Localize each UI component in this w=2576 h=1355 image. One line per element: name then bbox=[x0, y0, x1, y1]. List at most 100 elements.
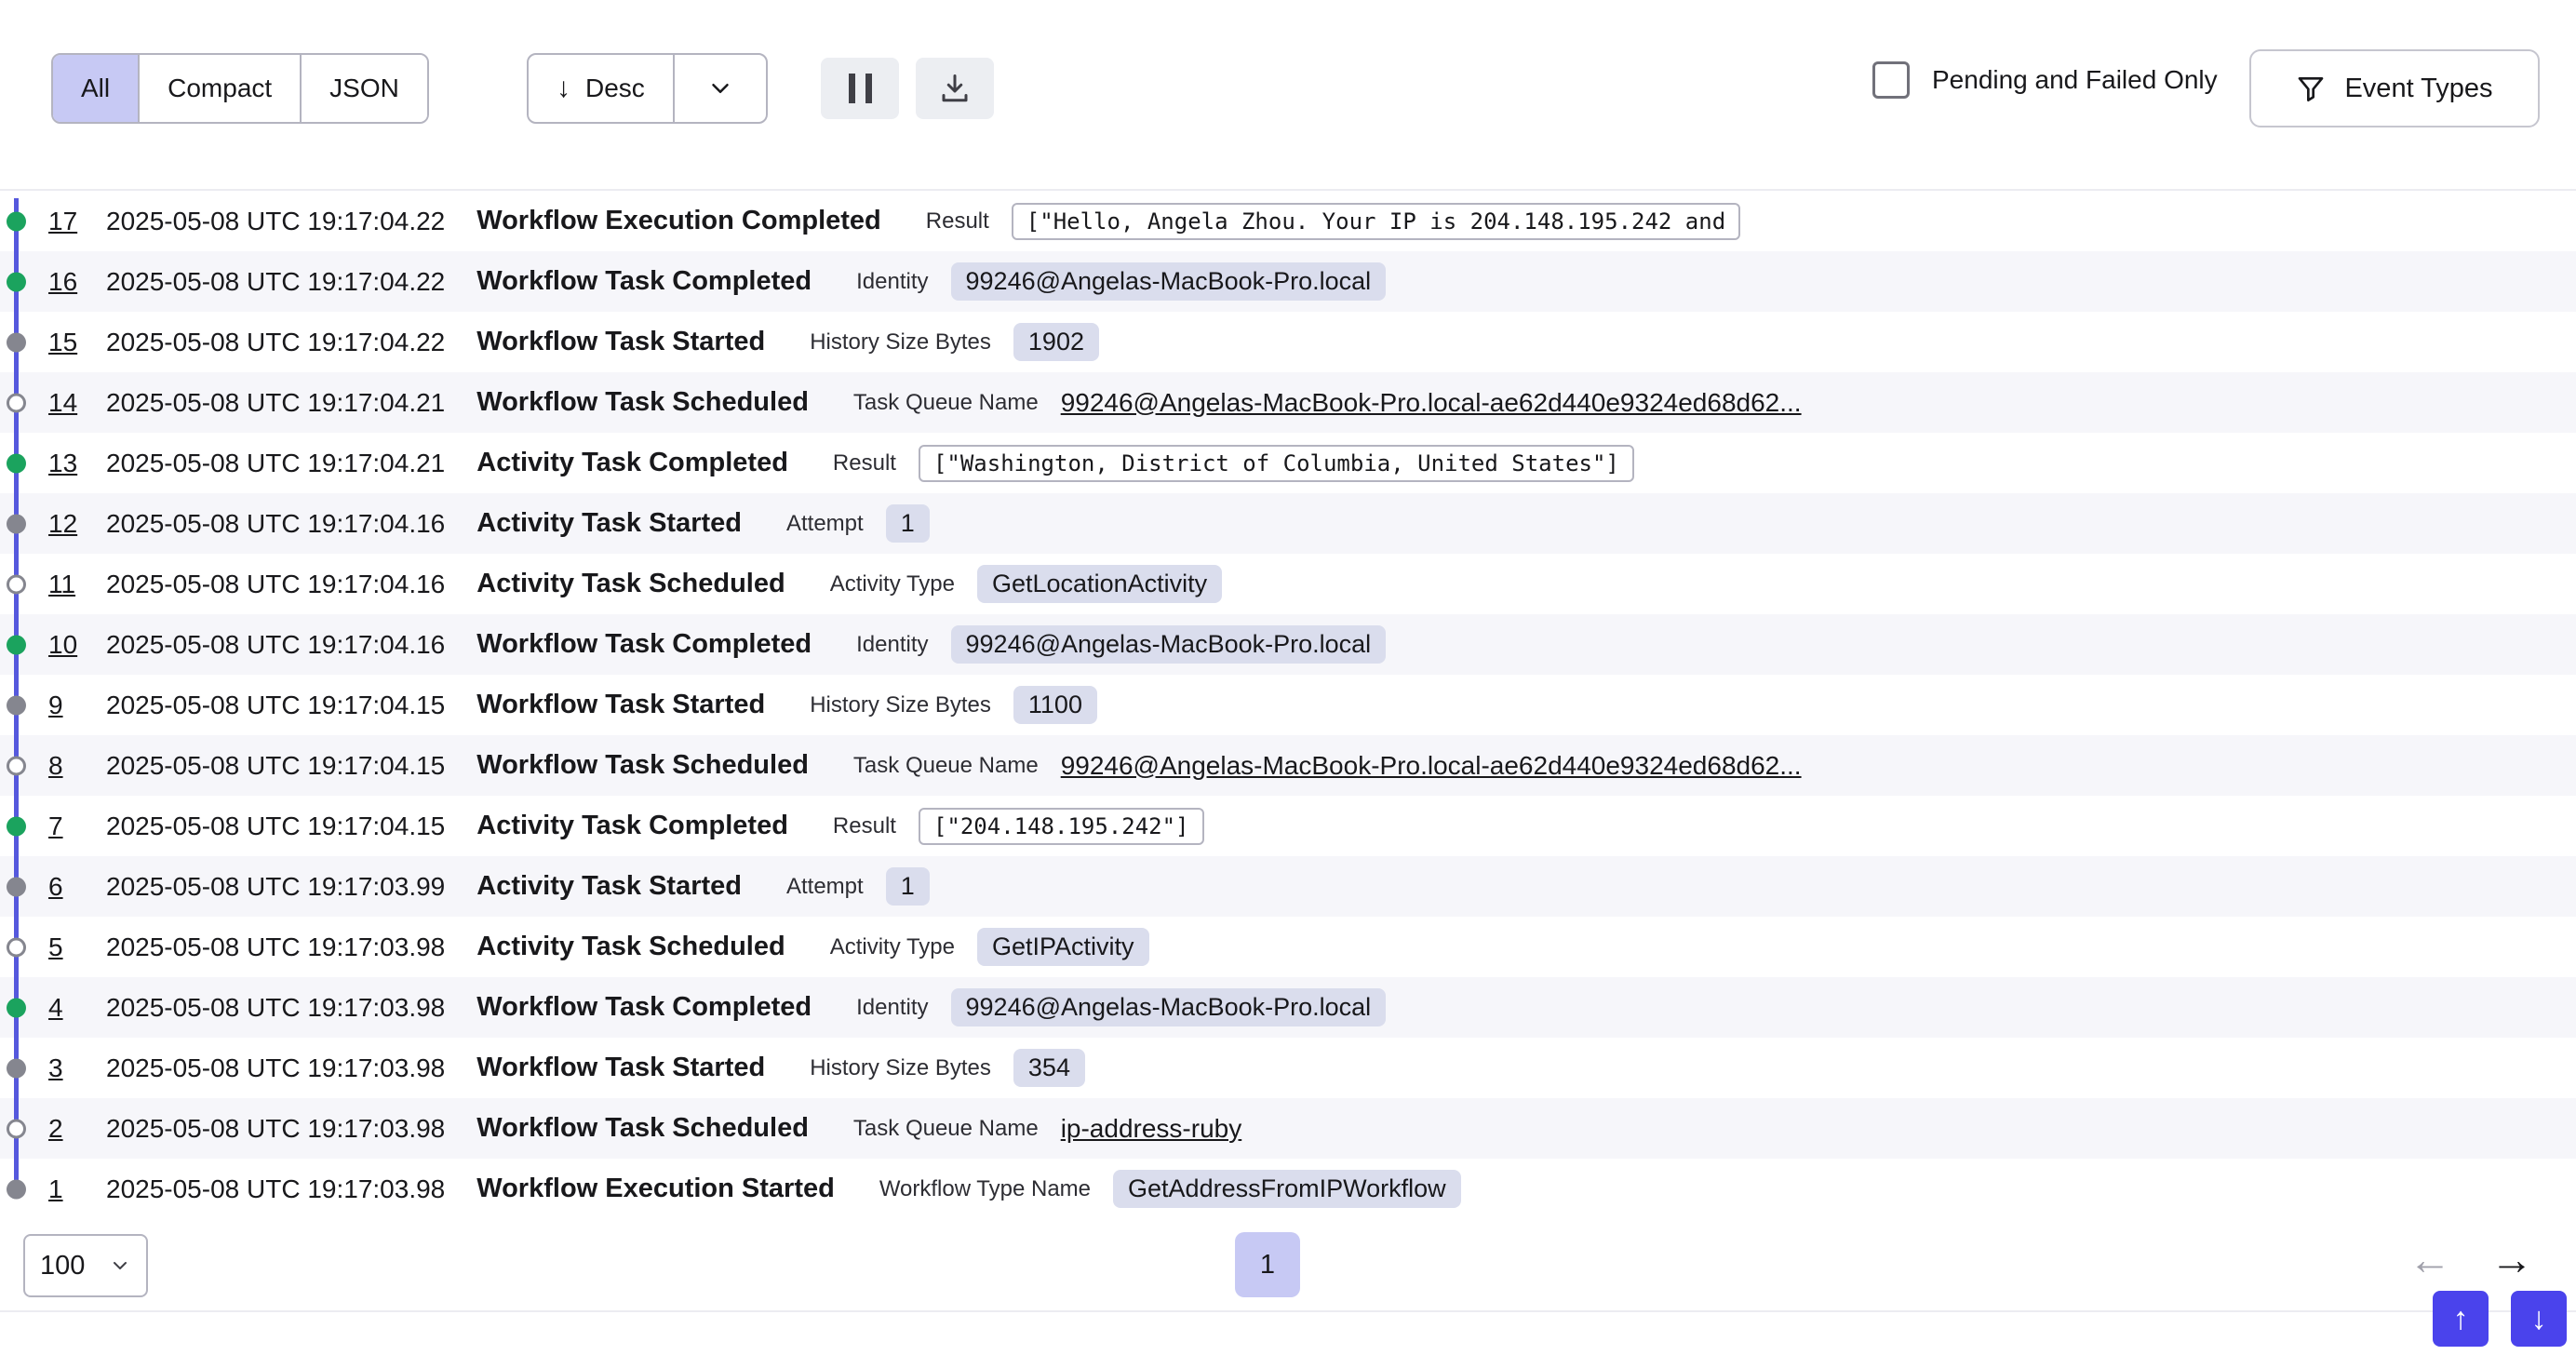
event-status-dot bbox=[7, 1179, 26, 1199]
event-row[interactable]: 13 2025-05-08 UTC 19:17:04.21 Activity T… bbox=[0, 433, 2576, 493]
tab-compact[interactable]: Compact bbox=[138, 55, 300, 122]
event-timestamp: 2025-05-08 UTC 19:17:04.16 bbox=[106, 570, 445, 599]
download-button[interactable] bbox=[916, 58, 994, 119]
event-id-link[interactable]: 8 bbox=[48, 751, 91, 781]
event-row[interactable]: 12 2025-05-08 UTC 19:17:04.16 Activity T… bbox=[0, 493, 2576, 554]
event-type-name: Workflow Task Scheduled bbox=[476, 1113, 809, 1144]
event-id-link[interactable]: 1 bbox=[48, 1174, 91, 1204]
event-type-name: Workflow Task Scheduled bbox=[476, 387, 809, 418]
event-id-link[interactable]: 13 bbox=[48, 449, 91, 478]
event-row[interactable]: 6 2025-05-08 UTC 19:17:03.99 Activity Ta… bbox=[0, 856, 2576, 917]
page-number-button[interactable]: 1 bbox=[1235, 1232, 1300, 1297]
event-row[interactable]: 14 2025-05-08 UTC 19:17:04.21 Workflow T… bbox=[0, 372, 2576, 433]
event-status-dot bbox=[7, 1058, 26, 1078]
event-status-dot bbox=[7, 756, 26, 775]
event-id-link[interactable]: 14 bbox=[48, 388, 91, 418]
pause-button[interactable] bbox=[821, 58, 899, 119]
pending-failed-filter: Pending and Failed Only bbox=[1872, 61, 2218, 99]
previous-page-button[interactable]: ← bbox=[2408, 1238, 2451, 1281]
pending-failed-label[interactable]: Pending and Failed Only bbox=[1932, 65, 2218, 95]
event-status-dot bbox=[7, 635, 26, 654]
event-detail-value: 1 bbox=[886, 504, 930, 543]
event-detail-value-link[interactable]: 99246@Angelas-MacBook-Pro.local-ae62d440… bbox=[1061, 751, 1802, 781]
page-size-select[interactable]: 100 bbox=[23, 1234, 148, 1297]
event-type-name: Workflow Task Started bbox=[476, 690, 765, 720]
event-row[interactable]: 1 2025-05-08 UTC 19:17:03.98 Workflow Ex… bbox=[0, 1159, 2576, 1219]
event-detail-value: 1 bbox=[886, 867, 930, 906]
download-icon bbox=[938, 72, 972, 105]
event-timestamp: 2025-05-08 UTC 19:17:04.21 bbox=[106, 449, 445, 478]
event-timestamp: 2025-05-08 UTC 19:17:03.98 bbox=[106, 993, 445, 1023]
event-detail-label: Task Queue Name bbox=[853, 390, 1039, 416]
event-status-dot bbox=[7, 332, 26, 352]
event-timestamp: 2025-05-08 UTC 19:17:03.98 bbox=[106, 1174, 445, 1204]
event-row[interactable]: 9 2025-05-08 UTC 19:17:04.15 Workflow Ta… bbox=[0, 675, 2576, 735]
event-detail-value: 1902 bbox=[1013, 323, 1099, 361]
event-timestamp: 2025-05-08 UTC 19:17:04.16 bbox=[106, 630, 445, 660]
event-detail-value: GetAddressFromIPWorkflow bbox=[1113, 1170, 1461, 1208]
event-detail-label: Activity Type bbox=[830, 934, 955, 960]
event-timestamp: 2025-05-08 UTC 19:17:04.15 bbox=[106, 691, 445, 720]
event-id-link[interactable]: 17 bbox=[48, 207, 91, 236]
next-page-button[interactable]: → bbox=[2490, 1238, 2533, 1281]
event-row[interactable]: 3 2025-05-08 UTC 19:17:03.98 Workflow Ta… bbox=[0, 1038, 2576, 1098]
event-detail-value-link[interactable]: 99246@Angelas-MacBook-Pro.local-ae62d440… bbox=[1061, 388, 1802, 418]
event-status-dot bbox=[7, 937, 26, 957]
event-types-button[interactable]: Event Types bbox=[2249, 49, 2540, 127]
event-status-dot bbox=[7, 211, 26, 231]
sort-desc-button[interactable]: ↓ Desc bbox=[529, 55, 673, 122]
event-id-link[interactable]: 15 bbox=[48, 328, 91, 357]
event-list: 17 2025-05-08 UTC 19:17:04.22 Workflow E… bbox=[0, 191, 2576, 1219]
event-detail-label: Attempt bbox=[786, 511, 864, 537]
event-row[interactable]: 16 2025-05-08 UTC 19:17:04.22 Workflow T… bbox=[0, 251, 2576, 312]
pending-failed-checkbox[interactable] bbox=[1872, 61, 1910, 99]
event-status-dot bbox=[7, 574, 26, 594]
event-type-name: Activity Task Started bbox=[476, 871, 742, 902]
event-id-link[interactable]: 7 bbox=[48, 812, 91, 841]
event-id-link[interactable]: 5 bbox=[48, 932, 91, 962]
event-timestamp: 2025-05-08 UTC 19:17:03.98 bbox=[106, 1053, 445, 1083]
event-status-dot bbox=[7, 1119, 26, 1138]
event-row[interactable]: 15 2025-05-08 UTC 19:17:04.22 Workflow T… bbox=[0, 312, 2576, 372]
event-id-link[interactable]: 3 bbox=[48, 1053, 91, 1083]
sort-options-button[interactable] bbox=[673, 55, 766, 122]
event-type-name: Workflow Execution Started bbox=[476, 1174, 835, 1204]
event-id-link[interactable]: 4 bbox=[48, 993, 91, 1023]
event-row[interactable]: 2 2025-05-08 UTC 19:17:03.98 Workflow Ta… bbox=[0, 1098, 2576, 1159]
event-timestamp: 2025-05-08 UTC 19:17:03.99 bbox=[106, 872, 445, 902]
event-timestamp: 2025-05-08 UTC 19:17:04.22 bbox=[106, 267, 445, 297]
chevron-down-icon bbox=[109, 1254, 131, 1277]
event-detail-label: Result bbox=[926, 208, 989, 235]
event-detail-label: Identity bbox=[856, 269, 928, 295]
event-row[interactable]: 11 2025-05-08 UTC 19:17:04.16 Activity T… bbox=[0, 554, 2576, 614]
event-type-name: Activity Task Completed bbox=[476, 811, 788, 841]
event-detail-value: 99246@Angelas-MacBook-Pro.local bbox=[951, 988, 1387, 1026]
event-id-link[interactable]: 9 bbox=[48, 691, 91, 720]
event-row[interactable]: 5 2025-05-08 UTC 19:17:03.98 Activity Ta… bbox=[0, 917, 2576, 977]
event-detail-value: GetLocationActivity bbox=[977, 565, 1222, 603]
event-type-name: Activity Task Completed bbox=[476, 448, 788, 478]
event-row[interactable]: 4 2025-05-08 UTC 19:17:03.98 Workflow Ta… bbox=[0, 977, 2576, 1038]
tab-json[interactable]: JSON bbox=[300, 55, 427, 122]
event-row[interactable]: 17 2025-05-08 UTC 19:17:04.22 Workflow E… bbox=[0, 191, 2576, 251]
event-row[interactable]: 8 2025-05-08 UTC 19:17:04.15 Workflow Ta… bbox=[0, 735, 2576, 796]
event-row[interactable]: 10 2025-05-08 UTC 19:17:04.16 Workflow T… bbox=[0, 614, 2576, 675]
event-detail-label: Task Queue Name bbox=[853, 753, 1039, 779]
event-id-link[interactable]: 2 bbox=[48, 1114, 91, 1144]
event-detail-value-link[interactable]: ip-address-ruby bbox=[1061, 1114, 1242, 1144]
event-id-link[interactable]: 10 bbox=[48, 630, 91, 660]
event-row[interactable]: 7 2025-05-08 UTC 19:17:04.15 Activity Ta… bbox=[0, 796, 2576, 856]
scroll-to-bottom-button[interactable]: ↓ bbox=[2511, 1291, 2567, 1347]
event-id-link[interactable]: 16 bbox=[48, 267, 91, 297]
event-status-dot bbox=[7, 998, 26, 1017]
event-type-name: Workflow Task Completed bbox=[476, 266, 812, 297]
event-id-link[interactable]: 11 bbox=[48, 570, 91, 599]
scroll-to-top-button[interactable]: ↑ bbox=[2433, 1291, 2489, 1347]
event-history-toolbar: All Compact JSON ↓ Desc Pending and Fail… bbox=[0, 0, 2576, 191]
view-mode-tabs: All Compact JSON bbox=[51, 53, 429, 124]
event-id-link[interactable]: 6 bbox=[48, 872, 91, 902]
event-id-link[interactable]: 12 bbox=[48, 509, 91, 539]
event-timestamp: 2025-05-08 UTC 19:17:04.16 bbox=[106, 509, 445, 539]
tab-all[interactable]: All bbox=[53, 55, 138, 122]
event-detail-value: 99246@Angelas-MacBook-Pro.local bbox=[951, 625, 1387, 664]
